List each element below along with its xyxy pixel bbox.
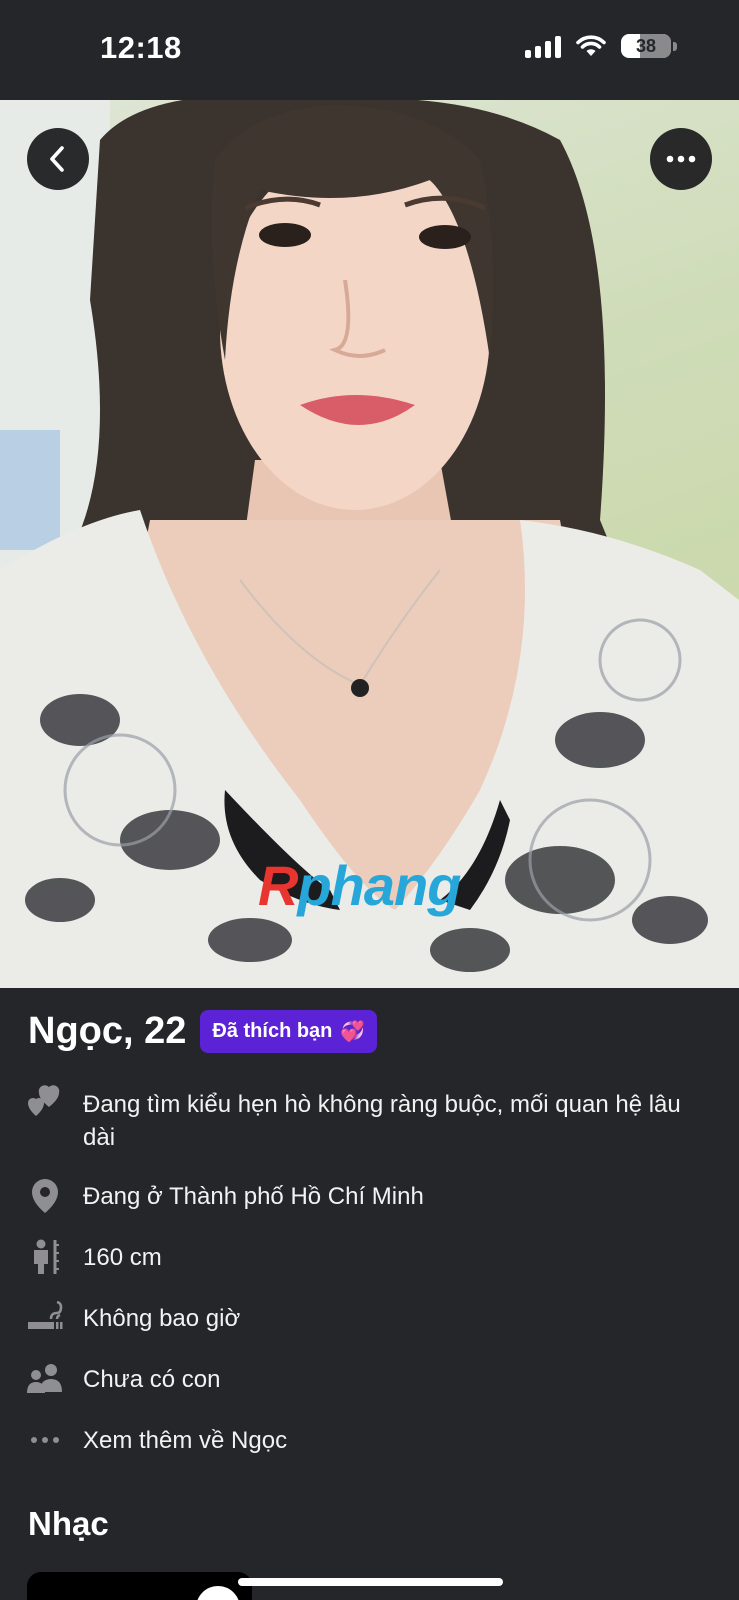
height-icon — [26, 1238, 64, 1276]
battery-icon: 38 — [621, 34, 677, 58]
ellipsis-icon — [26, 1421, 64, 1459]
watermark-logo: Rphang — [258, 854, 461, 917]
location-pin-icon — [26, 1177, 64, 1215]
children-icon — [26, 1359, 64, 1397]
status-time: 12:18 — [100, 30, 182, 65]
profile-photo[interactable]: Rphang — [0, 100, 739, 988]
detail-text: Đang ở Thành phố Hồ Chí Minh — [83, 1183, 424, 1210]
profile-screen: 12:18 38 Rphang Ngọc, 22 Đã thích bạn 💞 … — [0, 0, 739, 1600]
cellular-signal-icon — [525, 34, 561, 58]
hearts-icon — [26, 1083, 64, 1121]
detail-text: Không bao giờ — [83, 1305, 241, 1332]
wifi-icon — [576, 35, 606, 56]
liked-you-badge: Đã thích bạn 💞 — [200, 1010, 378, 1053]
profile-name-age: Ngọc, 22 — [28, 1010, 187, 1052]
chevron-left-icon — [50, 146, 64, 172]
name-row: Ngọc, 22 Đã thích bạn 💞 — [28, 1010, 378, 1053]
battery-level: 38 — [635, 35, 657, 56]
ellipsis-icon — [666, 155, 696, 163]
detail-text: Chưa có con — [83, 1366, 221, 1393]
liked-badge-label: Đã thích bạn — [212, 1020, 333, 1042]
detail-text: Đang tìm kiểu hẹn hò không ràng buộc, mố… — [83, 1091, 681, 1151]
status-icons: 38 — [525, 34, 677, 58]
status-bar: 12:18 38 — [0, 0, 739, 100]
smoking-icon — [26, 1298, 64, 1336]
back-button[interactable] — [27, 128, 89, 190]
music-section-title: Nhạc — [28, 1505, 109, 1542]
more-options-button[interactable] — [650, 128, 712, 190]
hearts-emoji: 💞 — [340, 1021, 366, 1043]
home-indicator[interactable] — [238, 1578, 503, 1586]
see-more-label[interactable]: Xem thêm về Ngọc — [83, 1424, 693, 1457]
detail-text: 160 cm — [83, 1244, 162, 1271]
